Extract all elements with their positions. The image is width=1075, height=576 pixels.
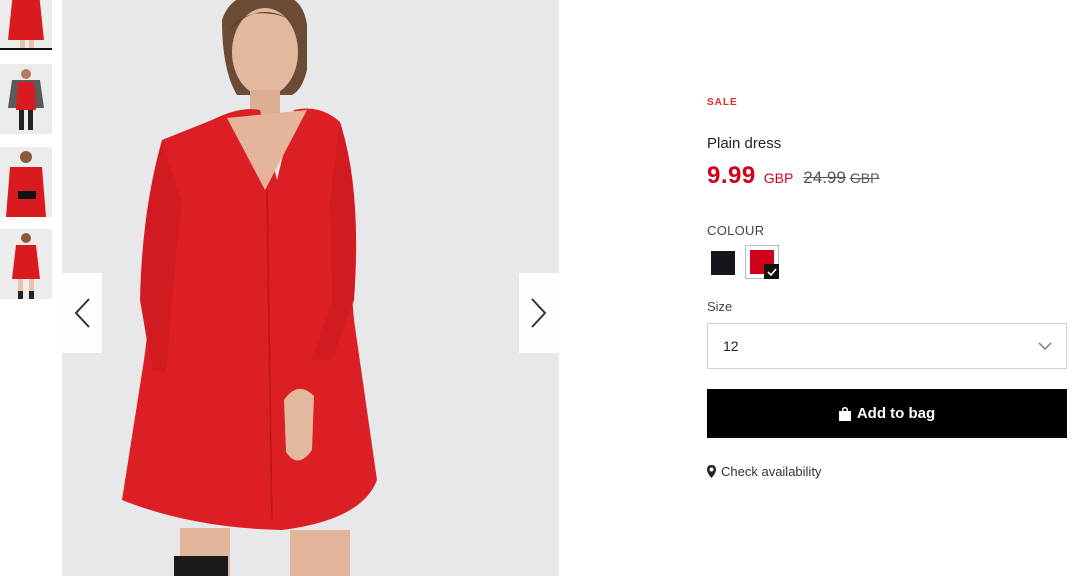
add-to-bag-button[interactable]: Add to bag <box>707 389 1067 438</box>
thumbnail-dress-front[interactable] <box>0 0 52 48</box>
colour-swatches <box>707 245 779 279</box>
product-info-panel: SALE Plain dress 9.99 GBP 24.99 GBP COLO… <box>707 0 1067 576</box>
previous-image-button[interactable] <box>62 273 102 353</box>
colour-label: COLOUR <box>707 223 765 238</box>
sale-price: 9.99 <box>707 162 756 189</box>
dress-photo <box>62 0 559 576</box>
shopping-bag-icon <box>838 406 851 421</box>
thumbnail-strip <box>0 0 56 576</box>
chevron-down-icon <box>1038 342 1052 351</box>
size-select[interactable]: 12 <box>707 323 1067 369</box>
size-selected-value: 12 <box>723 338 739 354</box>
original-price-currency: GBP <box>849 170 880 186</box>
thumbnail-active-indicator <box>0 48 52 50</box>
original-price: 24.99 <box>803 168 846 187</box>
size-label: Size <box>707 299 733 314</box>
chevron-left-icon <box>74 298 90 328</box>
thumbnail-dress-belted[interactable] <box>0 147 52 217</box>
price-row: 9.99 GBP 24.99 GBP <box>707 162 879 190</box>
thumbnail-dress-side[interactable] <box>0 64 52 134</box>
add-to-bag-label: Add to bag <box>856 405 936 422</box>
colour-swatch-red[interactable] <box>745 245 779 279</box>
product-main-image <box>62 0 559 576</box>
thumbnail-dress-back[interactable] <box>0 229 52 299</box>
colour-swatch-black[interactable] <box>707 247 737 277</box>
chevron-right-icon <box>531 298 547 328</box>
selected-check <box>764 264 779 279</box>
sale-price-currency: GBP <box>763 170 794 186</box>
product-title: Plain dress <box>707 135 782 152</box>
next-image-button[interactable] <box>519 273 559 353</box>
sale-badge: SALE <box>707 97 738 108</box>
location-pin-icon <box>707 465 716 478</box>
check-availability-label: Check availability <box>721 464 822 479</box>
checkmark-icon <box>766 267 777 276</box>
check-availability-link[interactable]: Check availability <box>707 464 821 479</box>
